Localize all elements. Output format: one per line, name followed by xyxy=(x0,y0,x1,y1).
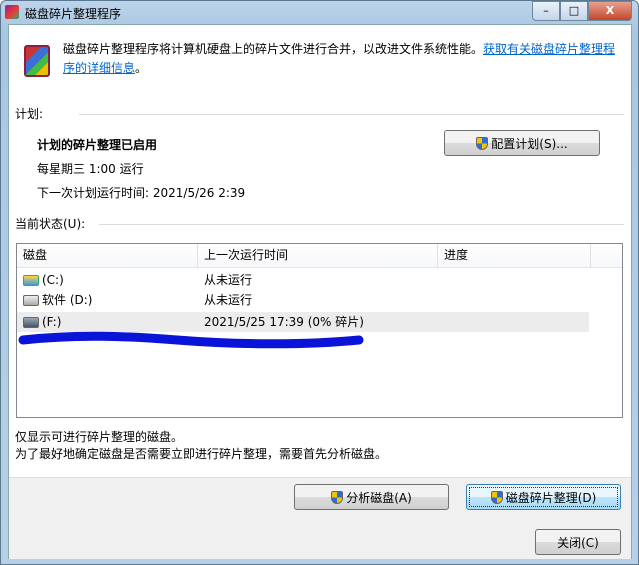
more-info-link-cont[interactable]: 序的详细信息 xyxy=(63,61,135,75)
system-drive-icon xyxy=(23,274,39,286)
table-row[interactable]: (C:) 从未运行 xyxy=(17,270,589,290)
title-bar: 磁盘碎片整理程序 – □ X xyxy=(1,1,638,25)
shield-icon xyxy=(490,491,503,504)
note-text-1: 仅显示可进行碎片整理的磁盘。 xyxy=(15,430,184,444)
defragment-button[interactable]: 磁盘碎片整理(D) xyxy=(466,484,621,510)
drive-icon xyxy=(23,294,39,306)
next-run: 下一次计划运行时间: 2021/5/26 2:39 xyxy=(37,186,246,200)
defragment-label: 磁盘碎片整理(D) xyxy=(505,491,597,505)
column-disk[interactable]: 磁盘 xyxy=(17,244,198,267)
dialog-content: 磁盘碎片整理程序将计算机硬盘上的碎片文件进行合并，以改进文件系统性能。获取有关磁… xyxy=(8,24,632,559)
intro-text: 磁盘碎片整理程序将计算机硬盘上的碎片文件进行合并，以改进文件系统性能。 xyxy=(63,42,484,56)
defrag-window: 磁盘碎片整理程序 – □ X 磁盘碎片整理程序将计算机硬盘上的碎片文件进行合并，… xyxy=(0,0,639,565)
intro-end: 。 xyxy=(135,61,148,75)
disk-name: (C:) xyxy=(42,273,64,287)
table-row[interactable]: 软件 (D:) 从未运行 xyxy=(17,290,589,310)
schedule-heading: 计划: xyxy=(15,107,44,121)
schedule-frequency: 每星期三 1:00 运行 xyxy=(37,162,144,176)
column-last-run[interactable]: 上一次运行时间 xyxy=(198,244,438,267)
more-info-link[interactable]: 获取有关磁盘碎片整理程 xyxy=(483,42,615,56)
window-title: 磁盘碎片整理程序 xyxy=(25,7,122,21)
disk-name: 软件 (D:) xyxy=(42,293,93,307)
note-text-2: 为了最好地确定磁盘是否需要立即进行碎片整理，需要首先分析磁盘。 xyxy=(15,447,388,461)
last-run: 2021/5/25 17:39 (0% 碎片) xyxy=(204,315,364,329)
button-area: 分析磁盘(A) 磁盘碎片整理(D) 关闭(C) xyxy=(9,477,631,559)
list-header: 磁盘 上一次运行时间 进度 xyxy=(17,244,622,268)
column-progress[interactable]: 进度 xyxy=(438,244,591,267)
redaction-scribble xyxy=(18,331,364,349)
app-icon xyxy=(5,5,19,19)
disk-name: (F:) xyxy=(42,315,62,329)
last-run: 从未运行 xyxy=(204,293,253,307)
defrag-icon xyxy=(24,45,50,77)
last-run: 从未运行 xyxy=(204,273,253,287)
configure-label: 配置计划(S)... xyxy=(491,137,568,151)
maximize-button[interactable]: □ xyxy=(560,1,588,21)
shield-icon xyxy=(331,491,344,504)
divider xyxy=(79,114,624,115)
close-button[interactable]: 关闭(C) xyxy=(535,529,621,555)
current-status-heading: 当前状态(U): xyxy=(15,217,86,231)
analyze-label: 分析磁盘(A) xyxy=(346,491,412,505)
configure-schedule-button[interactable]: 配置计划(S)... xyxy=(444,130,600,156)
shield-icon xyxy=(476,137,489,150)
divider xyxy=(99,224,624,225)
disk-list[interactable]: 磁盘 上一次运行时间 进度 (C:) 从未运行 软件 (D:) 从未运行 (F:… xyxy=(16,243,623,418)
drive-icon xyxy=(23,316,39,328)
minimize-button[interactable]: – xyxy=(532,1,560,21)
schedule-status: 计划的碎片整理已启用 xyxy=(37,138,158,152)
analyze-disk-button[interactable]: 分析磁盘(A) xyxy=(294,484,449,510)
table-row-selected[interactable]: (F:) 2021/5/25 17:39 (0% 碎片) xyxy=(17,312,589,332)
close-window-button[interactable]: X xyxy=(588,1,632,21)
